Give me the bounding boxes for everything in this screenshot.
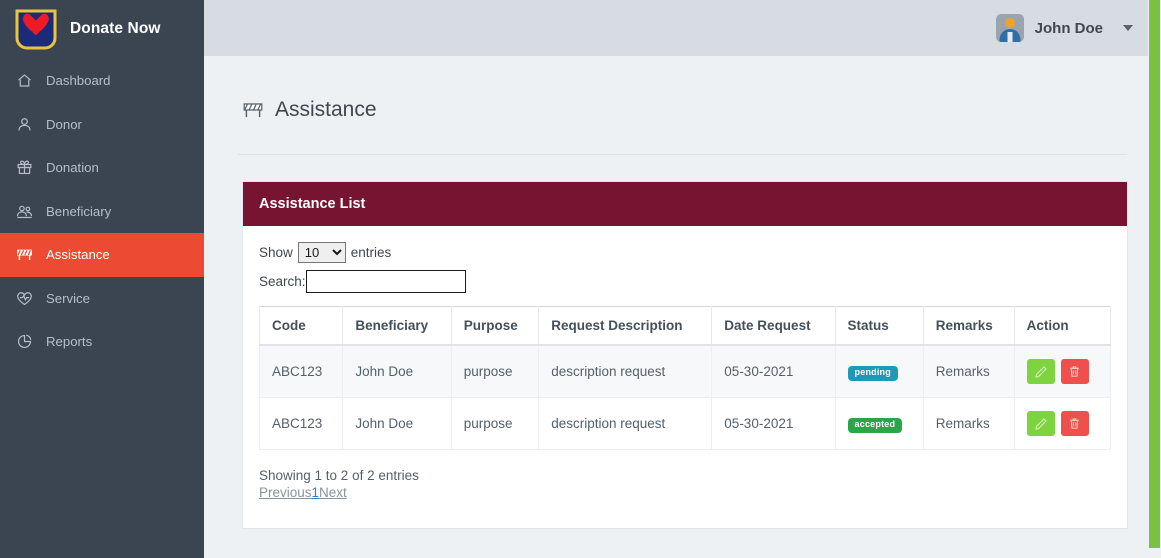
status-badge: accepted <box>847 417 903 433</box>
column-header-remarks[interactable]: Remarks <box>922 306 1015 347</box>
brand-logo-link[interactable]: Donate Now <box>0 0 204 58</box>
page-header: Assistance <box>238 56 1127 156</box>
page-length-select[interactable]: 102550100 <box>297 242 346 264</box>
cell-purpose: purpose <box>450 397 540 451</box>
table-row: ABC123 John Doe purpose description requ… <box>258 397 1112 451</box>
sidebar-item-beneficiary[interactable]: Beneficiary <box>0 190 204 234</box>
app-root: Donate Now Dashboard Donor Donation Bene… <box>0 0 1161 558</box>
barricade-icon <box>16 246 33 263</box>
show-label: Show <box>259 245 293 261</box>
sidebar-item-donation[interactable]: Donation <box>0 146 204 190</box>
table-head: Code Beneficiary Purpose Request Descrip… <box>258 306 1112 347</box>
table-body: ABC123 John Doe purpose description requ… <box>258 344 1112 451</box>
sidebar: Donate Now Dashboard Donor Donation Bene… <box>0 0 204 558</box>
cell-purpose: purpose <box>450 344 540 399</box>
cell-status: accepted <box>834 397 924 451</box>
page-title: Assistance <box>275 98 377 122</box>
cell-remarks: Remarks <box>922 344 1015 399</box>
trash-icon <box>1068 365 1081 378</box>
users-icon <box>16 203 33 220</box>
sidebar-item-label: Donation <box>46 160 99 176</box>
brand-name: Donate Now <box>70 20 161 37</box>
pie-chart-icon <box>16 333 33 350</box>
sidebar-item-label: Service <box>46 290 90 306</box>
cell-beneficiary: John Doe <box>342 344 452 399</box>
datatable-controls: Show 102550100 entries Search: <box>259 242 1111 294</box>
search-control: Search: <box>259 270 1111 294</box>
chevron-down-icon[interactable] <box>1123 25 1133 31</box>
cell-request-description: description request <box>538 344 713 399</box>
sidebar-item-donor[interactable]: Donor <box>0 103 204 147</box>
search-label: Search: <box>259 274 306 290</box>
column-header-status[interactable]: Status <box>834 306 924 347</box>
cell-request-description: description request <box>538 397 713 451</box>
gift-icon <box>16 159 33 176</box>
vertical-scrollbar[interactable] <box>1148 0 1161 558</box>
pencil-icon <box>1034 365 1048 379</box>
user-icon <box>16 116 33 133</box>
main-area: John Doe Assistance Assistance List Show… <box>204 0 1161 558</box>
card-body: Show 102550100 entries Search: Code <box>243 226 1127 528</box>
page-length-control: Show 102550100 entries <box>259 242 1111 264</box>
sidebar-item-dashboard[interactable]: Dashboard <box>0 59 204 103</box>
sidebar-item-reports[interactable]: Reports <box>0 320 204 364</box>
scrollbar-thumb[interactable] <box>1149 0 1160 548</box>
sidebar-item-label: Assistance <box>46 247 110 263</box>
cell-date-request: 05-30-2021 <box>711 397 836 451</box>
cell-status: pending <box>834 344 924 399</box>
table-header-row: Code Beneficiary Purpose Request Descrip… <box>258 306 1112 347</box>
table-row: ABC123 John Doe purpose description requ… <box>258 344 1112 399</box>
topbar: John Doe <box>204 0 1161 56</box>
cell-code: ABC123 <box>258 397 344 451</box>
assistance-table: Code Beneficiary Purpose Request Descrip… <box>258 306 1112 451</box>
barricade-icon <box>242 99 264 121</box>
home-icon <box>16 72 33 89</box>
column-header-request-description[interactable]: Request Description <box>538 306 713 347</box>
heart-pulse-icon <box>16 290 33 307</box>
sidebar-item-label: Beneficiary <box>46 203 112 219</box>
sidebar-nav: Dashboard Donor Donation Beneficiary Ass… <box>0 59 204 364</box>
sidebar-item-service[interactable]: Service <box>0 277 204 321</box>
delete-button[interactable] <box>1060 359 1089 385</box>
cell-date-request: 05-30-2021 <box>711 344 836 399</box>
cell-code: ABC123 <box>258 344 344 399</box>
column-header-action[interactable]: Action <box>1013 306 1112 347</box>
heart-in-hands-shield-logo <box>14 7 58 52</box>
datatable-info: Showing 1 to 2 of 2 entries <box>259 468 419 484</box>
assistance-card: Assistance List Show 102550100 entries S… <box>242 181 1128 530</box>
pagination-previous[interactable]: Previous <box>259 485 312 500</box>
pencil-icon <box>1034 417 1048 431</box>
delete-button[interactable] <box>1060 411 1089 437</box>
sidebar-item-label: Donor <box>46 116 82 132</box>
user-menu[interactable]: John Doe <box>995 14 1133 42</box>
column-header-purpose[interactable]: Purpose <box>450 306 540 347</box>
cell-beneficiary: John Doe <box>342 397 452 451</box>
avatar <box>995 14 1024 42</box>
column-header-code[interactable]: Code <box>258 306 344 347</box>
pagination-next[interactable]: Next <box>319 485 347 500</box>
pagination: Previous1Next <box>259 485 1111 500</box>
edit-button[interactable] <box>1026 411 1055 437</box>
sidebar-item-label: Reports <box>46 334 93 350</box>
entries-label: entries <box>350 245 392 261</box>
sidebar-item-assistance[interactable]: Assistance <box>0 233 204 277</box>
trash-icon <box>1068 417 1081 430</box>
pagination-page-1[interactable]: 1 <box>312 485 320 500</box>
cell-action <box>1013 397 1112 451</box>
sidebar-item-label: Dashboard <box>46 73 111 89</box>
card-header-title: Assistance List <box>243 182 1127 227</box>
content: Assistance Assistance List Show 10255010… <box>204 56 1161 530</box>
search-input[interactable] <box>305 270 466 294</box>
column-header-date-request[interactable]: Date Request <box>711 306 836 347</box>
cell-action <box>1013 344 1112 399</box>
column-header-beneficiary[interactable]: Beneficiary <box>342 306 452 347</box>
status-badge: pending <box>847 365 898 381</box>
edit-button[interactable] <box>1026 359 1055 385</box>
user-name: John Doe <box>1034 19 1103 37</box>
cell-remarks: Remarks <box>922 397 1015 451</box>
